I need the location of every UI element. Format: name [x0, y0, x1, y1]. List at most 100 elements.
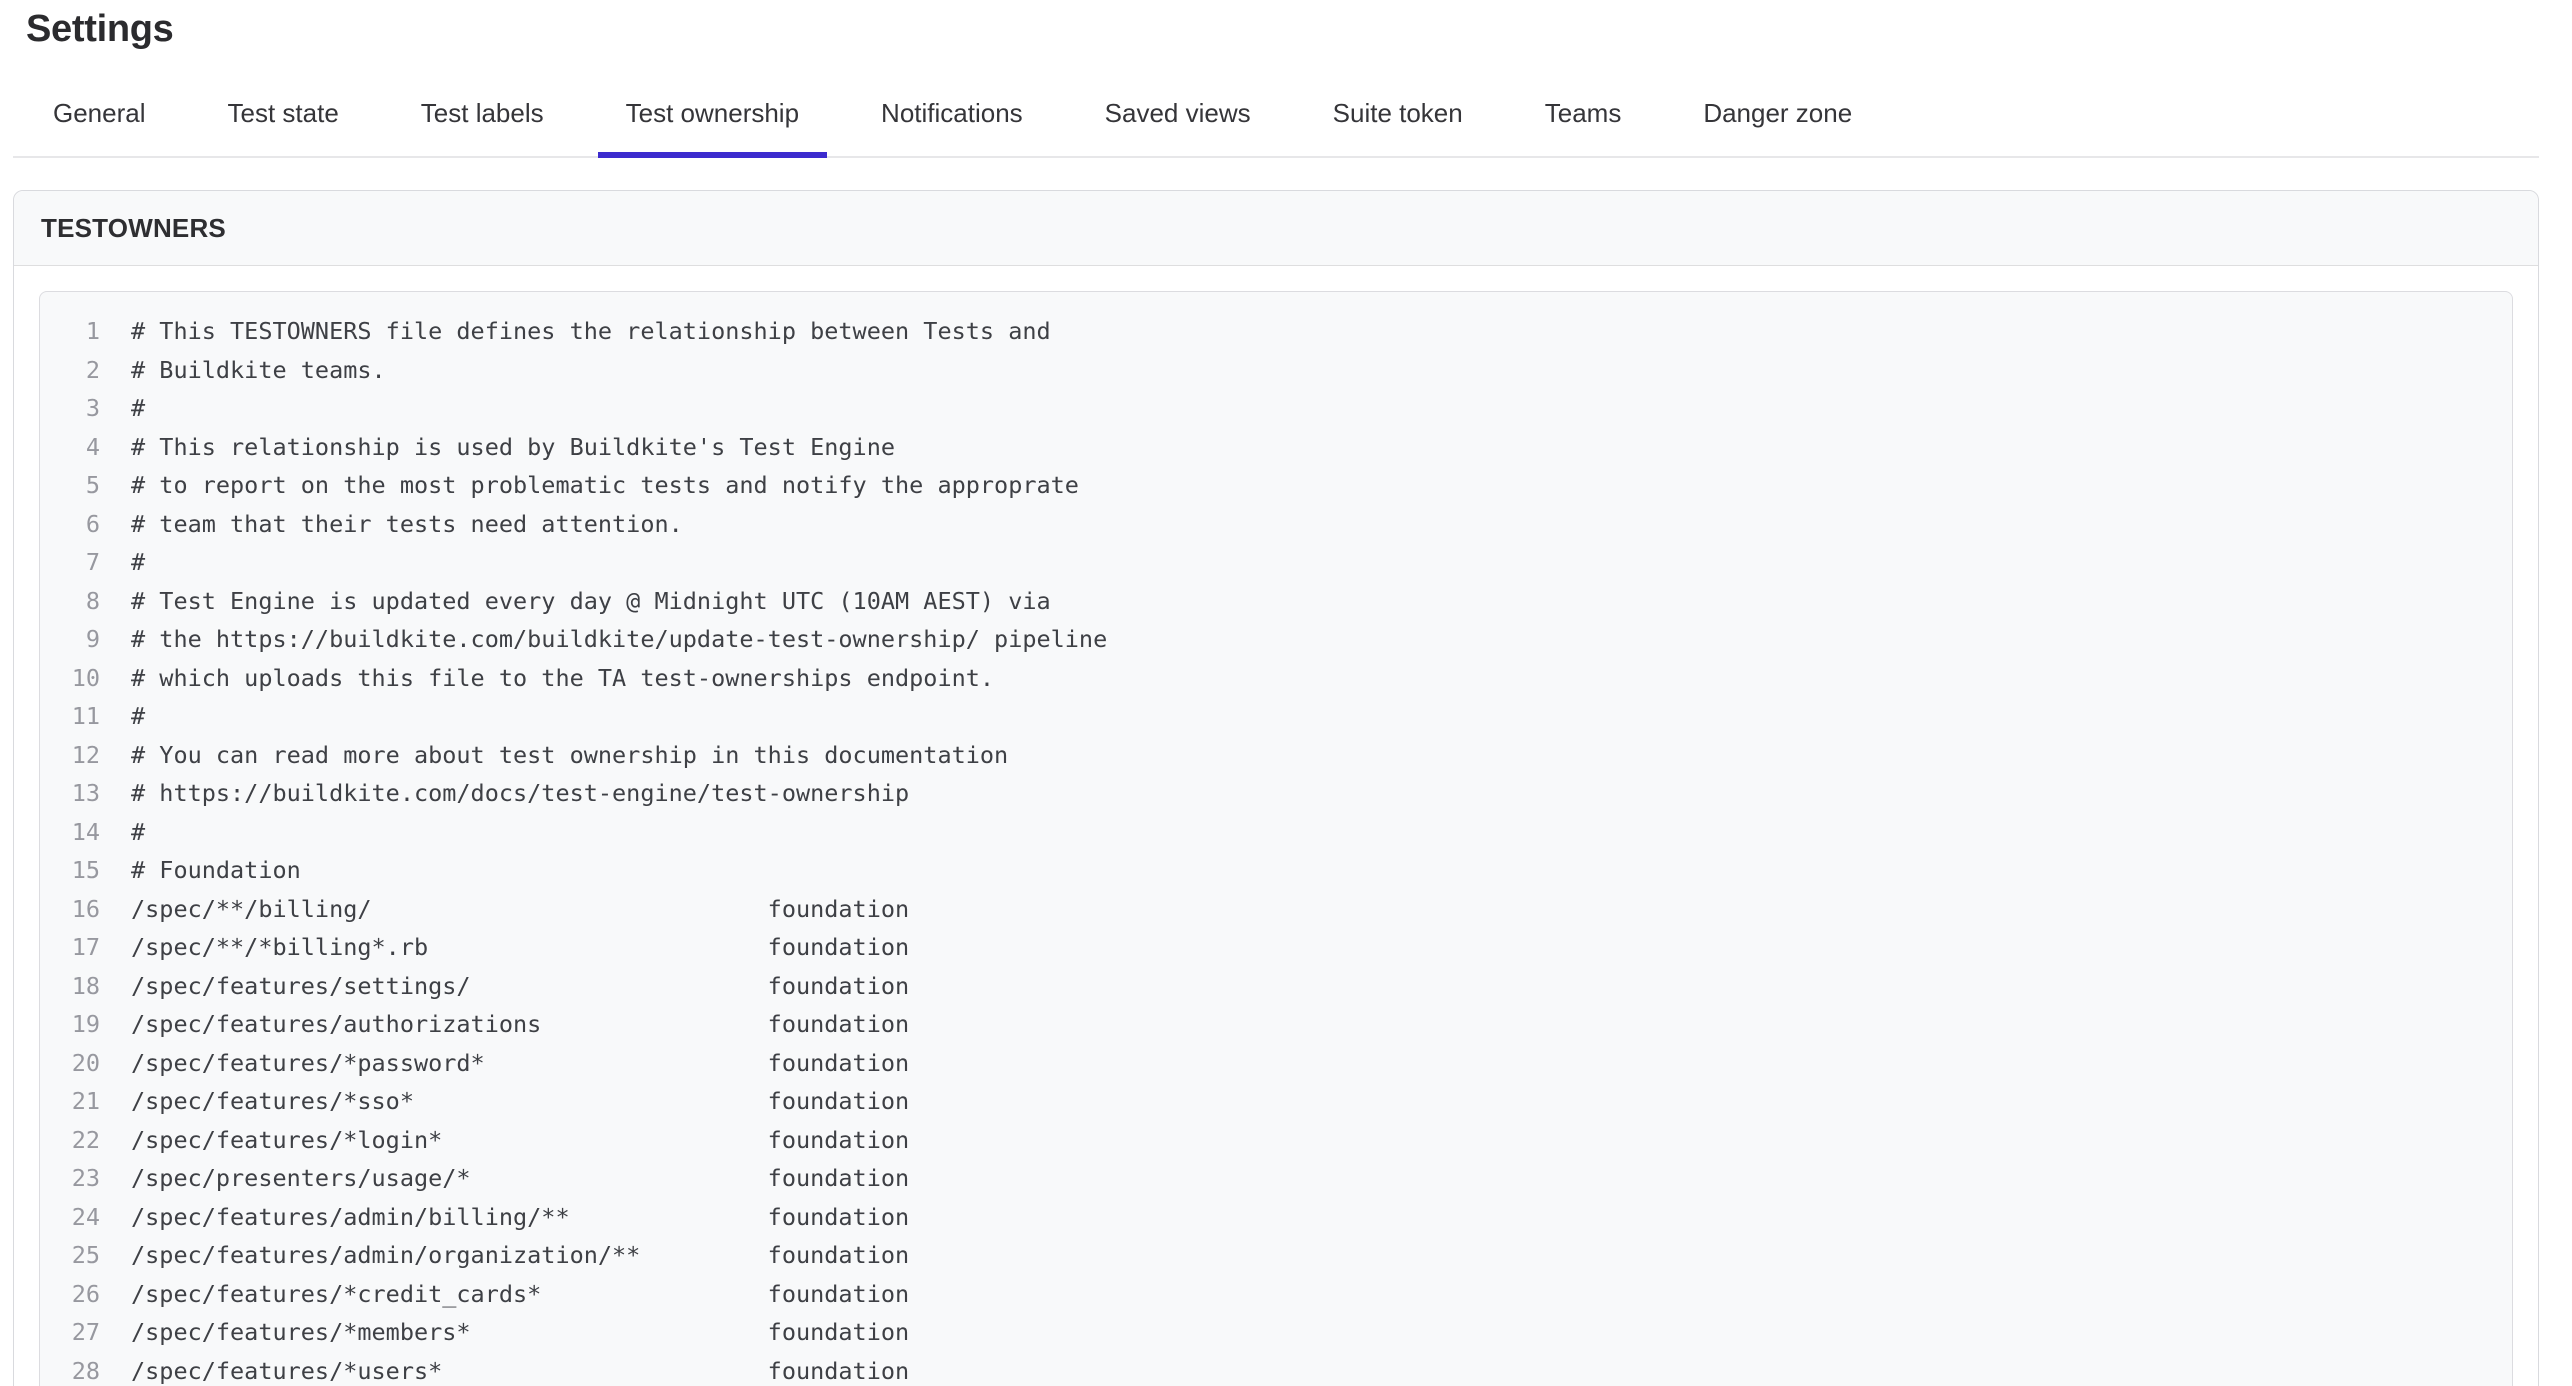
- page-title: Settings: [26, 6, 2572, 52]
- code-line: 1 # This TESTOWNERS file defines the rel…: [40, 312, 2512, 351]
- code-line: 4 # This relationship is used by Buildki…: [40, 428, 2512, 467]
- code-line: 20 /spec/features/*password* foundation: [40, 1044, 2512, 1083]
- line-text: /spec/features/*password* foundation: [131, 1044, 909, 1083]
- tab-teams[interactable]: Teams: [1517, 52, 1650, 158]
- code-line: 27 /spec/features/*members* foundation: [40, 1313, 2512, 1352]
- line-text: /spec/features/*sso* foundation: [131, 1082, 909, 1121]
- line-text: /spec/features/admin/billing/** foundati…: [131, 1198, 909, 1237]
- line-number: 19: [40, 1005, 100, 1044]
- line-number: 11: [40, 697, 100, 736]
- line-number: 9: [40, 620, 100, 659]
- line-number: 16: [40, 890, 100, 929]
- line-number: 20: [40, 1044, 100, 1083]
- line-number: 12: [40, 736, 100, 775]
- code-line: 2 # Buildkite teams.: [40, 351, 2512, 390]
- line-text: #: [131, 697, 145, 736]
- code-line: 3 #: [40, 389, 2512, 428]
- settings-page: Settings GeneralTest stateTest labelsTes…: [0, 6, 2572, 1386]
- tab-notifications[interactable]: Notifications: [853, 52, 1051, 158]
- code-line: 25 /spec/features/admin/organization/** …: [40, 1236, 2512, 1275]
- code-line: 8 # Test Engine is updated every day @ M…: [40, 582, 2512, 621]
- line-number: 7: [40, 543, 100, 582]
- tab-bar: GeneralTest stateTest labelsTest ownersh…: [13, 52, 2539, 158]
- line-number: 1: [40, 312, 100, 351]
- line-text: /spec/features/*members* foundation: [131, 1313, 909, 1352]
- line-number: 22: [40, 1121, 100, 1160]
- line-text: # team that their tests need attention.: [131, 505, 683, 544]
- code-line: 26 /spec/features/*credit_cards* foundat…: [40, 1275, 2512, 1314]
- code-line: 21 /spec/features/*sso* foundation: [40, 1082, 2512, 1121]
- line-number: 25: [40, 1236, 100, 1275]
- code-line: 28 /spec/features/*users* foundation: [40, 1352, 2512, 1386]
- line-number: 24: [40, 1198, 100, 1237]
- line-text: /spec/**/billing/ foundation: [131, 890, 909, 929]
- testowners-card-title: TESTOWNERS: [41, 213, 226, 243]
- line-number: 28: [40, 1352, 100, 1386]
- line-text: # which uploads this file to the TA test…: [131, 659, 994, 698]
- line-text: /spec/presenters/usage/* foundation: [131, 1159, 909, 1198]
- code-line: 10 # which uploads this file to the TA t…: [40, 659, 2512, 698]
- line-text: # Buildkite teams.: [131, 351, 386, 390]
- line-number: 23: [40, 1159, 100, 1198]
- line-number: 5: [40, 466, 100, 505]
- line-text: /spec/features/*users* foundation: [131, 1352, 909, 1386]
- line-text: # the https://buildkite.com/buildkite/up…: [131, 620, 1107, 659]
- code-line: 22 /spec/features/*login* foundation: [40, 1121, 2512, 1160]
- code-line: 18 /spec/features/settings/ foundation: [40, 967, 2512, 1006]
- testowners-card-header: TESTOWNERS: [14, 191, 2538, 266]
- line-text: #: [131, 389, 145, 428]
- tab-test-state[interactable]: Test state: [200, 52, 367, 158]
- line-number: 14: [40, 813, 100, 852]
- code-line: 11 #: [40, 697, 2512, 736]
- line-text: # to report on the most problematic test…: [131, 466, 1079, 505]
- code-line: 24 /spec/features/admin/billing/** found…: [40, 1198, 2512, 1237]
- line-number: 17: [40, 928, 100, 967]
- line-number: 3: [40, 389, 100, 428]
- line-text: # Test Engine is updated every day @ Mid…: [131, 582, 1051, 621]
- code-line: 13 # https://buildkite.com/docs/test-eng…: [40, 774, 2512, 813]
- line-number: 8: [40, 582, 100, 621]
- tab-saved-views[interactable]: Saved views: [1077, 52, 1279, 158]
- line-number: 27: [40, 1313, 100, 1352]
- line-number: 15: [40, 851, 100, 890]
- line-number: 10: [40, 659, 100, 698]
- line-text: #: [131, 543, 145, 582]
- line-text: /spec/features/settings/ foundation: [131, 967, 909, 1006]
- code-line: 15 # Foundation: [40, 851, 2512, 890]
- line-text: # You can read more about test ownership…: [131, 736, 1008, 775]
- line-number: 21: [40, 1082, 100, 1121]
- tab-general[interactable]: General: [25, 52, 174, 158]
- line-text: #: [131, 813, 145, 852]
- code-line: 19 /spec/features/authorizations foundat…: [40, 1005, 2512, 1044]
- code-line: 7 #: [40, 543, 2512, 582]
- tab-test-ownership[interactable]: Test ownership: [598, 52, 827, 158]
- code-line: 12 # You can read more about test owners…: [40, 736, 2512, 775]
- line-number: 6: [40, 505, 100, 544]
- line-text: /spec/features/authorizations foundation: [131, 1005, 909, 1044]
- line-text: # This TESTOWNERS file defines the relat…: [131, 312, 1051, 351]
- code-line: 5 # to report on the most problematic te…: [40, 466, 2512, 505]
- code-line: 17 /spec/**/*billing*.rb foundation: [40, 928, 2512, 967]
- code-line: 14 #: [40, 813, 2512, 852]
- line-number: 4: [40, 428, 100, 467]
- tab-test-labels[interactable]: Test labels: [393, 52, 572, 158]
- testowners-card-body: 1 # This TESTOWNERS file defines the rel…: [14, 266, 2538, 1386]
- line-text: /spec/features/*login* foundation: [131, 1121, 909, 1160]
- line-text: /spec/features/*credit_cards* foundation: [131, 1275, 909, 1314]
- testowners-card: TESTOWNERS 1 # This TESTOWNERS file defi…: [13, 190, 2539, 1386]
- line-text: # https://buildkite.com/docs/test-engine…: [131, 774, 909, 813]
- line-text: /spec/features/admin/organization/** fou…: [131, 1236, 909, 1275]
- testowners-code-viewer[interactable]: 1 # This TESTOWNERS file defines the rel…: [39, 291, 2513, 1386]
- code-line: 6 # team that their tests need attention…: [40, 505, 2512, 544]
- line-number: 13: [40, 774, 100, 813]
- tab-suite-token[interactable]: Suite token: [1305, 52, 1491, 158]
- line-number: 2: [40, 351, 100, 390]
- code-line: 16 /spec/**/billing/ foundation: [40, 890, 2512, 929]
- line-text: # Foundation: [131, 851, 301, 890]
- line-number: 26: [40, 1275, 100, 1314]
- tab-danger-zone[interactable]: Danger zone: [1675, 52, 1880, 158]
- line-text: /spec/**/*billing*.rb foundation: [131, 928, 909, 967]
- line-text: # This relationship is used by Buildkite…: [131, 428, 895, 467]
- code-line: 23 /spec/presenters/usage/* foundation: [40, 1159, 2512, 1198]
- line-number: 18: [40, 967, 100, 1006]
